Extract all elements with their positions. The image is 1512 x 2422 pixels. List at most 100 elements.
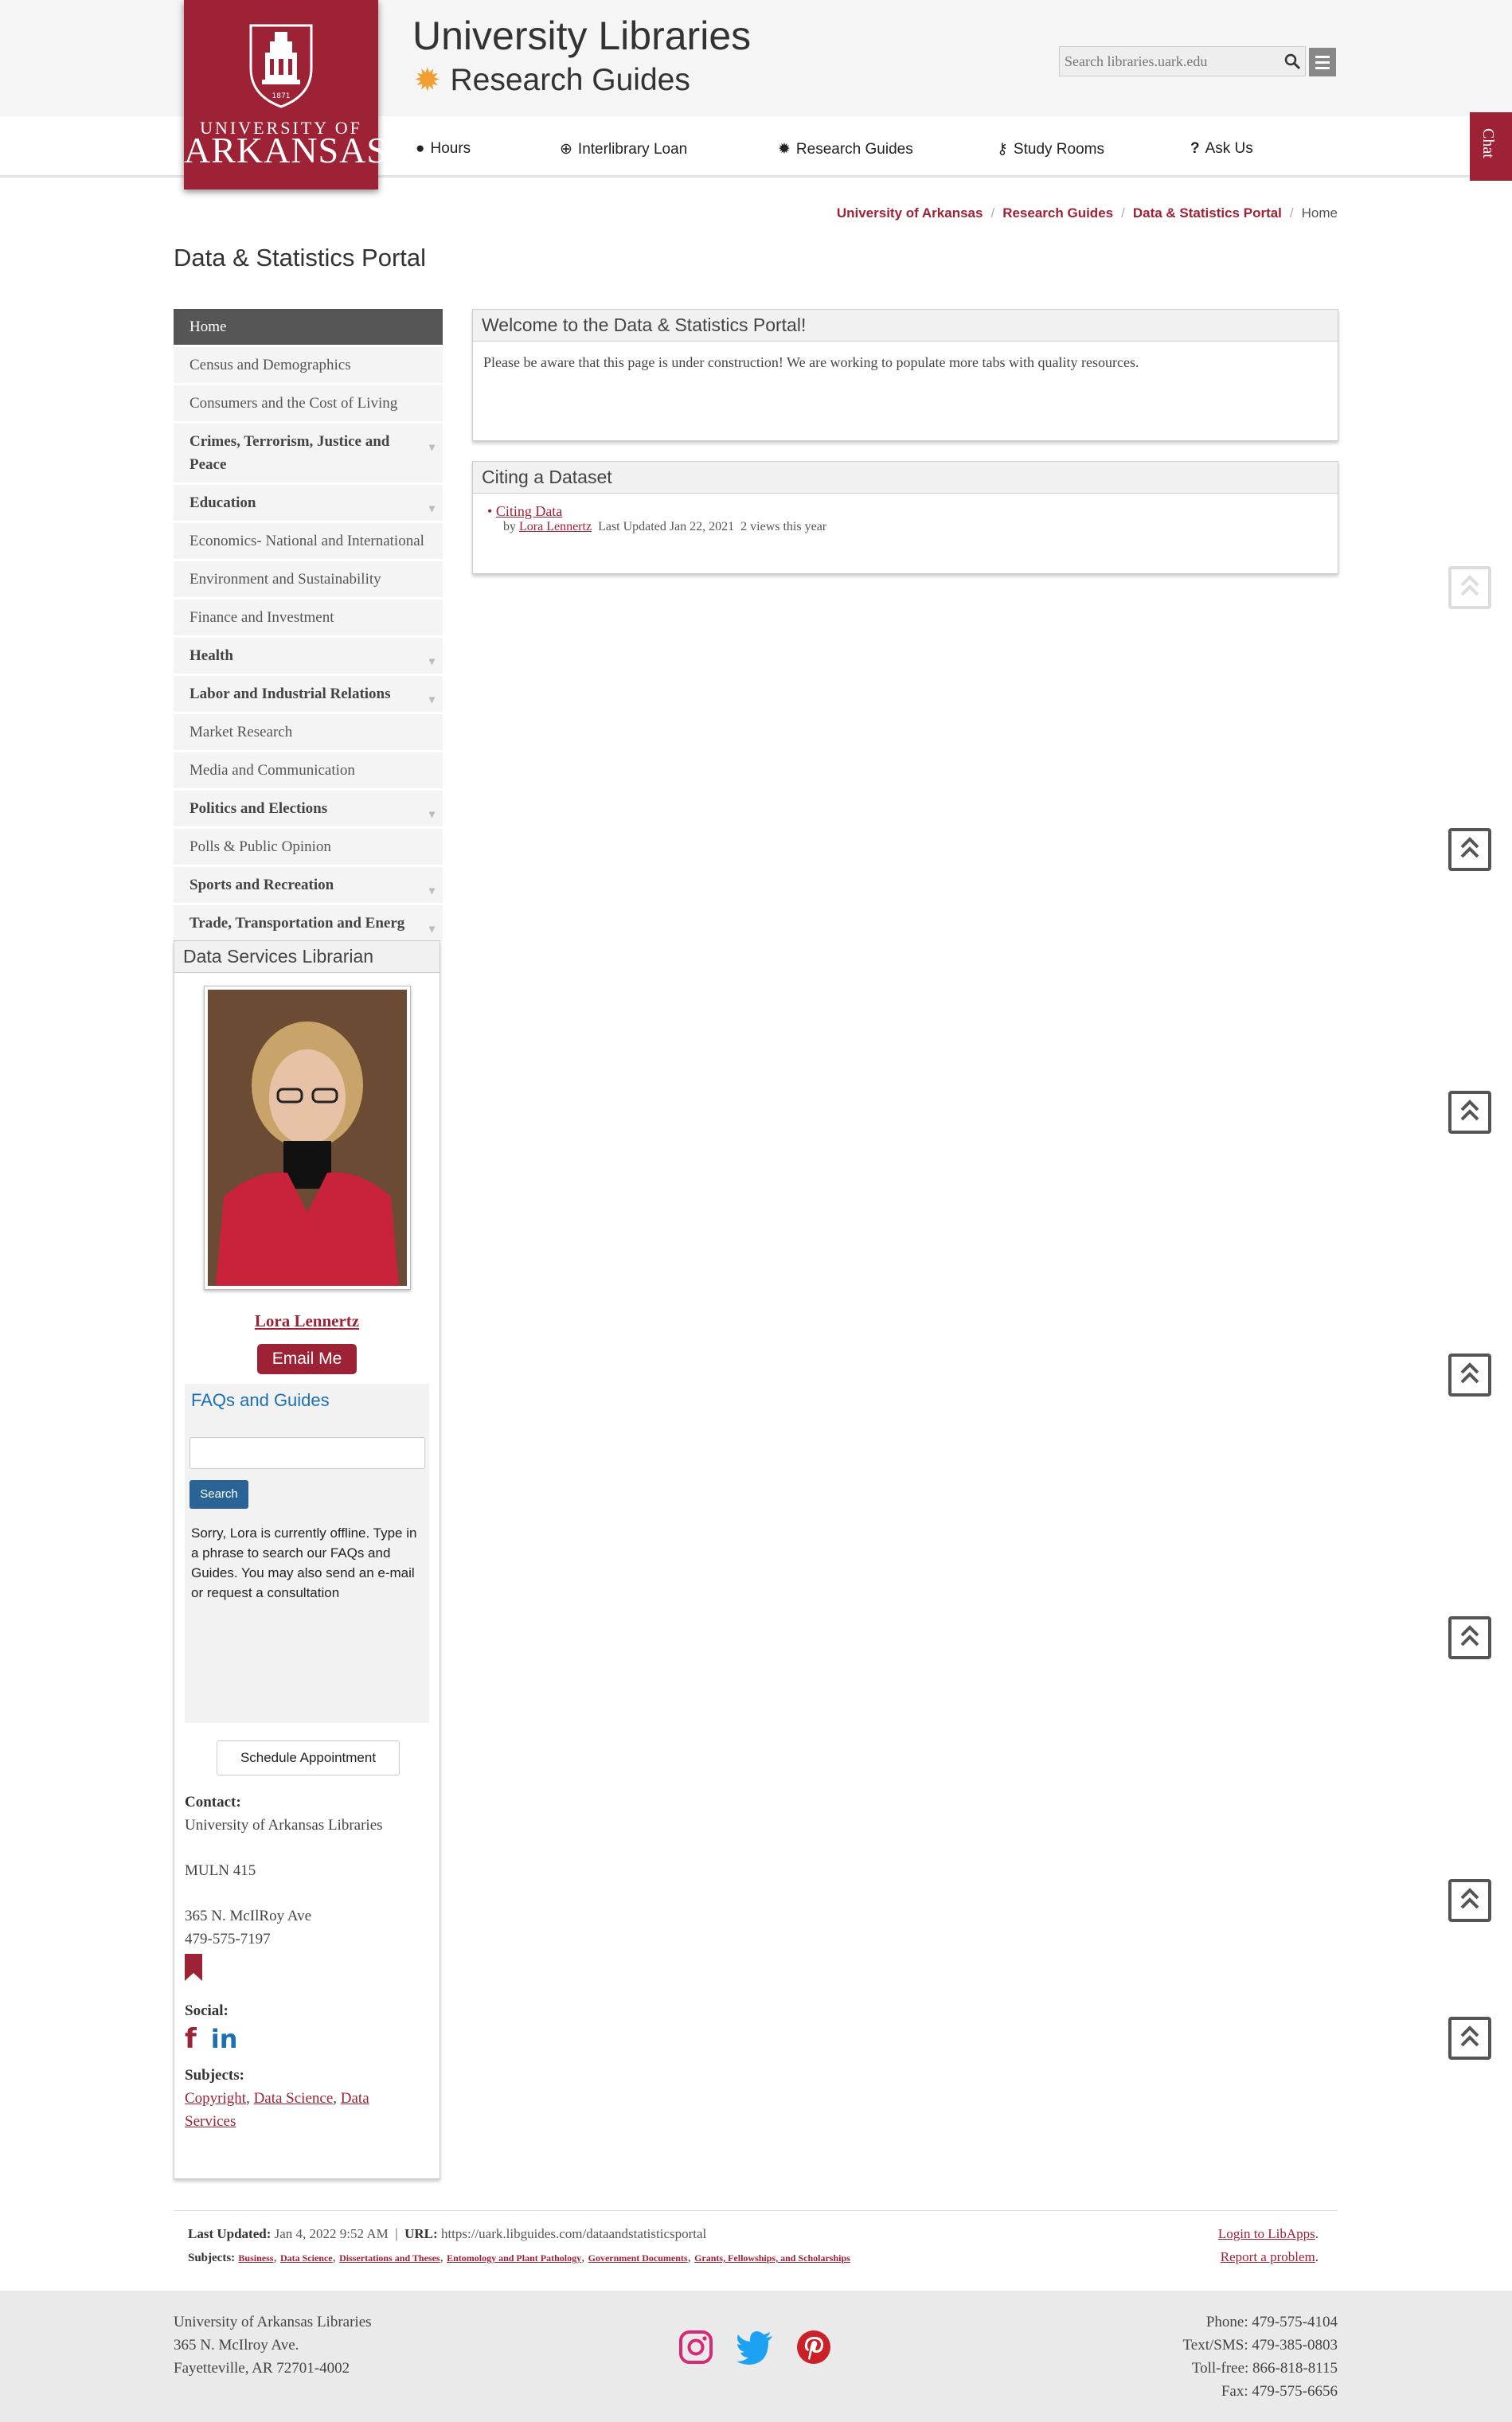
back-to-top-button[interactable] — [1448, 566, 1491, 609]
linkedin-icon[interactable]: in — [211, 2025, 238, 2053]
sidenav-item[interactable]: Labor and Industrial Relations ▾ — [174, 676, 443, 712]
sidenav-item[interactable]: Economics- National and International — [174, 523, 443, 559]
globe-icon: ⊕ — [560, 141, 572, 158]
sidenav-item[interactable]: Finance and Investment — [174, 600, 443, 635]
sidenav-item-label: Trade, Transportation and Energ — [189, 915, 405, 932]
double-chevron-up-icon — [1460, 837, 1479, 858]
back-to-top-button[interactable] — [1448, 828, 1491, 871]
back-to-top-button[interactable] — [1448, 1091, 1491, 1134]
caret-down-icon: ▾ — [428, 656, 435, 668]
citing-box: Citing a Dataset • Citing Data by Lora L… — [472, 461, 1338, 574]
meta-subject-link[interactable]: Data Science — [280, 2252, 333, 2264]
login-libapps-link[interactable]: Login to LibApps — [1218, 2226, 1315, 2241]
faq-search-button[interactable]: Search — [189, 1480, 248, 1509]
contact-phone: 479-575-7197 — [185, 1931, 271, 1947]
faq-search-input[interactable] — [189, 1437, 425, 1469]
schedule-appointment-button[interactable]: Schedule Appointment — [217, 1740, 400, 1775]
double-chevron-up-icon — [1460, 1888, 1479, 1909]
sidenav-item[interactable]: Home — [174, 309, 443, 345]
sidenav-item[interactable]: Environment and Sustainability — [174, 561, 443, 597]
back-to-top-button[interactable] — [1448, 2017, 1491, 2060]
bookmark-icon[interactable] — [185, 1954, 202, 1981]
nav-hours[interactable]: ● Hours — [416, 140, 471, 158]
breadcrumb-university[interactable]: University of Arkansas — [837, 205, 983, 221]
sidenav-item-label: Sports and Recreation — [189, 877, 334, 893]
meta-divider — [174, 2210, 1338, 2211]
nav-hours-label: Hours — [430, 140, 471, 157]
sidenav-item[interactable]: Polls & Public Opinion — [174, 829, 443, 865]
double-chevron-up-icon — [1460, 1625, 1479, 1647]
nav-ask-us[interactable]: ? Ask Us — [1190, 140, 1253, 158]
sidenav-item[interactable]: Consumers and the Cost of Living — [174, 385, 443, 421]
breadcrumb-research-guides[interactable]: Research Guides — [1002, 205, 1113, 221]
breadcrumb: University of Arkansas / Research Guides… — [836, 205, 1338, 221]
footer-fax: Fax: 479-575-6656 — [1221, 2383, 1338, 2400]
sidenav-item[interactable]: Trade, Transportation and Energ ▾ — [174, 905, 443, 941]
sidenav-item[interactable]: Media and Communication — [174, 752, 443, 788]
search-input[interactable] — [1059, 46, 1306, 76]
email-me-button[interactable]: Email Me — [257, 1344, 357, 1374]
welcome-box: Welcome to the Data & Statistics Portal!… — [472, 309, 1338, 441]
librarian-name: Lora Lennertz — [174, 1311, 440, 1331]
citing-updated: Last Updated Jan 22, 2021 — [598, 520, 735, 533]
sidenav-item[interactable]: Education ▾ — [174, 485, 443, 521]
sidenav-item-label: Media and Communication — [189, 762, 355, 779]
nav-guides-label: Research Guides — [795, 140, 913, 158]
question-icon: ? — [1190, 140, 1200, 157]
nav-research-guides[interactable]: ✹ Research Guides — [778, 140, 913, 158]
report-problem-link[interactable]: Report a problem — [1221, 2249, 1315, 2264]
sidenav-item[interactable]: Sports and Recreation ▾ — [174, 867, 443, 903]
university-logo[interactable]: 1871 UNIVERSITY OF ARKANSAS — [184, 0, 388, 189]
logo-line2: ARKANSAS — [184, 130, 388, 170]
site-subtitle[interactable]: ✹ Research Guides — [414, 62, 690, 99]
librarian-profile-link[interactable]: Lora Lennertz — [255, 1311, 359, 1330]
sidenav-item[interactable]: Politics and Elections ▾ — [174, 791, 443, 826]
caret-down-icon: ▾ — [428, 442, 435, 454]
citing-author-link[interactable]: Lora Lennertz — [519, 520, 592, 533]
meta-subject-link[interactable]: Government Documents — [588, 2252, 688, 2264]
sidenav-item-label: Environment and Sustainability — [189, 571, 381, 588]
back-to-top-button[interactable] — [1448, 1354, 1491, 1397]
sidenav-item[interactable]: Census and Demographics — [174, 347, 443, 383]
instagram-icon[interactable] — [678, 2330, 713, 2365]
breadcrumb-portal[interactable]: Data & Statistics Portal — [1133, 205, 1282, 221]
contact-info: Contact: University of Arkansas Librarie… — [185, 1791, 424, 2133]
meta-subject-link[interactable]: Grants, Fellowships, and Scholarships — [694, 2252, 850, 2264]
nav-ill-label: Interlibrary Loan — [577, 140, 688, 158]
contact-room: MULN 415 — [185, 1862, 256, 1879]
sidenav-item-label: Home — [189, 318, 227, 335]
search-icon[interactable] — [1283, 53, 1301, 70]
meta-subject-link[interactable]: Entomology and Plant Pathology — [447, 2252, 581, 2264]
nav-study-rooms[interactable]: ⚷ Study Rooms — [997, 140, 1104, 158]
caret-down-icon: ▾ — [428, 924, 435, 936]
nav-interlibrary-loan[interactable]: ⊕ Interlibrary Loan — [560, 140, 687, 158]
back-to-top-button[interactable] — [1448, 1616, 1491, 1659]
nav-askus-label: Ask Us — [1205, 140, 1253, 157]
twitter-icon[interactable] — [736, 2330, 774, 2365]
pinterest-icon[interactable] — [796, 2330, 831, 2365]
caret-down-icon: ▾ — [428, 809, 435, 821]
site-title[interactable]: University Libraries — [412, 13, 751, 59]
subject-link[interactable]: Data Science — [254, 2090, 334, 2107]
sidenav-item-label: Polls & Public Opinion — [189, 838, 331, 855]
meta-subject-link[interactable]: Dissertations and Theses — [339, 2252, 440, 2264]
clock-icon: ● — [416, 140, 425, 157]
svg-text:1871: 1871 — [272, 92, 291, 100]
subjects-label: Subjects: — [185, 2067, 244, 2084]
sidenav-item[interactable]: Market Research — [174, 714, 443, 750]
menu-button[interactable] — [1309, 48, 1336, 76]
meta-subject-link[interactable]: Business — [238, 2252, 273, 2264]
citing-data-link[interactable]: Citing Data — [496, 503, 563, 519]
back-to-top-button[interactable] — [1448, 1879, 1491, 1922]
footer-address: University of Arkansas Libraries 365 N. … — [174, 2314, 372, 2377]
sidenav-item[interactable]: Crimes, Terrorism, Justice and Peace ▾ — [174, 424, 443, 482]
sidenav-item-label: Crimes, Terrorism, Justice and Peace — [189, 433, 390, 473]
sidenav-item[interactable]: Health ▾ — [174, 638, 443, 674]
subject-link[interactable]: Copyright — [185, 2090, 246, 2107]
footer-tollfree: Toll-free: 866-818-8115 — [1191, 2360, 1338, 2377]
footer-sms: Text/SMS: 479-385-0803 — [1182, 2337, 1338, 2354]
facebook-icon[interactable]: f — [185, 2025, 197, 2053]
sidenav-item-label: Economics- National and International — [189, 533, 424, 549]
page-meta-links: Login to LibApps. Report a problem. — [1217, 2226, 1319, 2264]
chat-tab[interactable]: Chat — [1470, 112, 1512, 181]
